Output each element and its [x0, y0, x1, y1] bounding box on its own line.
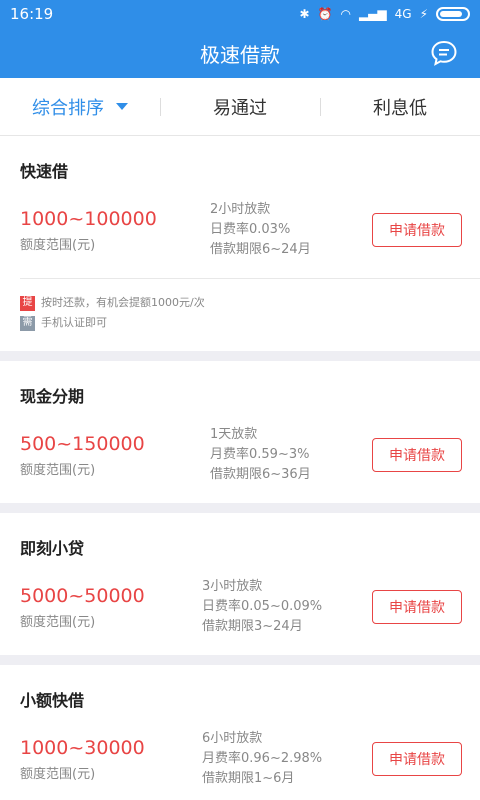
status-time: 16:19	[10, 5, 54, 23]
tag-text: 按时还款，有机会提额1000元/次	[41, 296, 205, 309]
loan-card: 小额快借 1000~30000 额度范围(元) 6小时放款 月费率0.96~2.…	[0, 665, 480, 800]
apply-loan-button[interactable]: 申请借款	[372, 213, 462, 247]
loan-name: 小额快借	[20, 691, 85, 710]
loan-fee-rate: 日费率0.05~0.09%	[202, 599, 323, 614]
loan-card: 现金分期 500~150000 额度范围(元) 1天放款 月费率0.59~3% …	[0, 361, 480, 503]
loan-name: 现金分期	[20, 387, 85, 406]
loan-disbursement-time: 6小时放款	[202, 731, 263, 746]
filter-low-interest[interactable]: 利息低	[320, 94, 480, 120]
loan-amount-label: 额度范围(元)	[20, 462, 96, 478]
apply-loan-button[interactable]: 申请借款	[372, 438, 462, 472]
loan-fee-rate: 月费率0.96~2.98%	[202, 751, 323, 766]
loan-term: 借款期限3~24月	[202, 619, 303, 634]
apply-loan-button[interactable]: 申请借款	[372, 590, 462, 624]
loan-card: 即刻小贷 5000~50000 额度范围(元) 3小时放款 日费率0.05~0.…	[0, 513, 480, 655]
loan-tags: 提 按时还款，有机会提额1000元/次 需 手机认证即可	[20, 278, 480, 351]
bluetooth-icon: ✱	[299, 7, 310, 21]
loan-amount-label: 额度范围(元)	[20, 614, 96, 630]
loan-term: 借款期限6~24月	[210, 242, 311, 257]
loan-term: 借款期限6~36月	[210, 467, 311, 482]
apply-loan-button[interactable]: 申请借款	[372, 742, 462, 776]
filter-easy-approval[interactable]: 易通过	[160, 94, 320, 120]
tag-badge: 需	[20, 315, 35, 331]
battery-icon	[436, 7, 470, 21]
wifi-icon: ◠	[340, 7, 351, 21]
loan-amount-range: 1000~100000	[20, 207, 157, 230]
dropdown-caret-icon	[116, 103, 128, 110]
status-bar: 16:19 ✱ ⏰ ◠ ▂▄▆ 4G ⚡	[0, 0, 480, 28]
loan-disbursement-time: 2小时放款	[210, 202, 271, 217]
filter-bar: 综合排序 易通过 利息低	[0, 78, 480, 136]
loan-amount-range: 1000~30000	[20, 736, 145, 759]
loan-details: 5000~50000 额度范围(元) 3小时放款 日费率0.05~0.09% 借…	[0, 559, 480, 655]
loan-card: 快速借 1000~100000 额度范围(元) 2小时放款 日费率0.03% 借…	[0, 136, 480, 351]
loan-details: 500~150000 额度范围(元) 1天放款 月费率0.59~3% 借款期限6…	[0, 407, 480, 503]
loan-fee-rate: 日费率0.03%	[210, 222, 291, 237]
app-header: 极速借款	[0, 28, 480, 78]
loan-disbursement-time: 1天放款	[210, 427, 258, 442]
page-title: 极速借款	[200, 42, 280, 67]
loan-term: 借款期限1~6月	[202, 771, 295, 786]
loan-amount-range: 500~150000	[20, 432, 145, 455]
loan-amount-range: 5000~50000	[20, 584, 145, 607]
loan-details: 1000~30000 额度范围(元) 6小时放款 月费率0.96~2.98% 借…	[0, 711, 480, 800]
status-icons: ✱ ⏰ ◠ ▂▄▆ 4G ⚡	[299, 7, 470, 21]
tag-badge: 提	[20, 295, 35, 311]
tag-row: 提 按时还款，有机会提额1000元/次	[20, 293, 480, 313]
loan-fee-rate: 月费率0.59~3%	[210, 447, 310, 462]
loan-disbursement-time: 3小时放款	[202, 579, 263, 594]
network-type: 4G	[394, 7, 412, 21]
alarm-icon: ⏰	[317, 7, 333, 21]
signal-icon: ▂▄▆	[358, 7, 387, 21]
filter-comprehensive-sort[interactable]: 综合排序	[0, 94, 160, 120]
loan-name: 即刻小贷	[20, 539, 85, 558]
message-icon[interactable]	[430, 39, 458, 67]
tag-row: 需 手机认证即可	[20, 313, 480, 333]
loan-details: 1000~100000 额度范围(元) 2小时放款 日费率0.03% 借款期限6…	[0, 182, 480, 278]
charging-icon: ⚡	[419, 7, 428, 21]
tag-text: 手机认证即可	[41, 316, 107, 329]
loan-amount-label: 额度范围(元)	[20, 237, 96, 253]
loan-name: 快速借	[20, 162, 69, 181]
loan-amount-label: 额度范围(元)	[20, 766, 96, 782]
